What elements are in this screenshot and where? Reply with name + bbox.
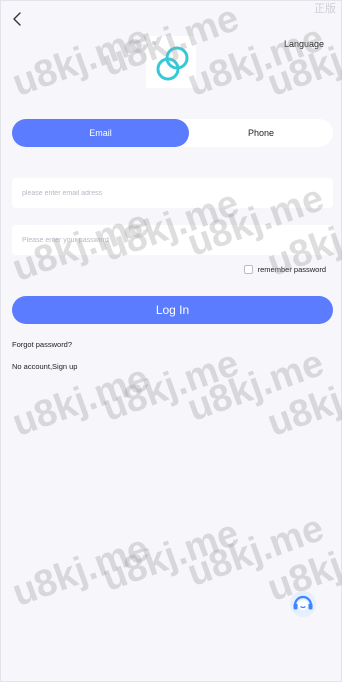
no-account-text: No account, bbox=[12, 362, 53, 371]
password-input[interactable] bbox=[12, 225, 333, 255]
remember-password: remember password bbox=[243, 265, 326, 274]
tab-phone[interactable]: Phone bbox=[189, 119, 333, 147]
remember-password-checkbox[interactable] bbox=[243, 265, 253, 274]
sign-up-link[interactable]: Sign up bbox=[52, 362, 77, 371]
forgot-password-link[interactable]: Forgot password? bbox=[12, 340, 72, 349]
tab-email[interactable]: Email bbox=[12, 119, 189, 147]
email-input[interactable] bbox=[12, 178, 333, 208]
customer-service-icon bbox=[290, 591, 316, 617]
customer-service-button[interactable] bbox=[289, 590, 317, 618]
remember-password-label: remember password bbox=[257, 265, 326, 274]
back-chevron-icon bbox=[13, 12, 21, 26]
app-logo bbox=[146, 36, 196, 88]
back-button[interactable] bbox=[10, 10, 26, 28]
signup-row: No account,Sign up bbox=[12, 362, 77, 371]
corner-mark: 正版 bbox=[314, 3, 336, 15]
language-selector[interactable]: Language bbox=[284, 39, 324, 49]
login-button[interactable]: Log In bbox=[12, 296, 333, 324]
infinity-logo-icon bbox=[152, 41, 189, 81]
password-field-container bbox=[12, 225, 333, 255]
email-field-container bbox=[12, 178, 333, 208]
login-method-tabs: Email Phone bbox=[12, 119, 333, 147]
